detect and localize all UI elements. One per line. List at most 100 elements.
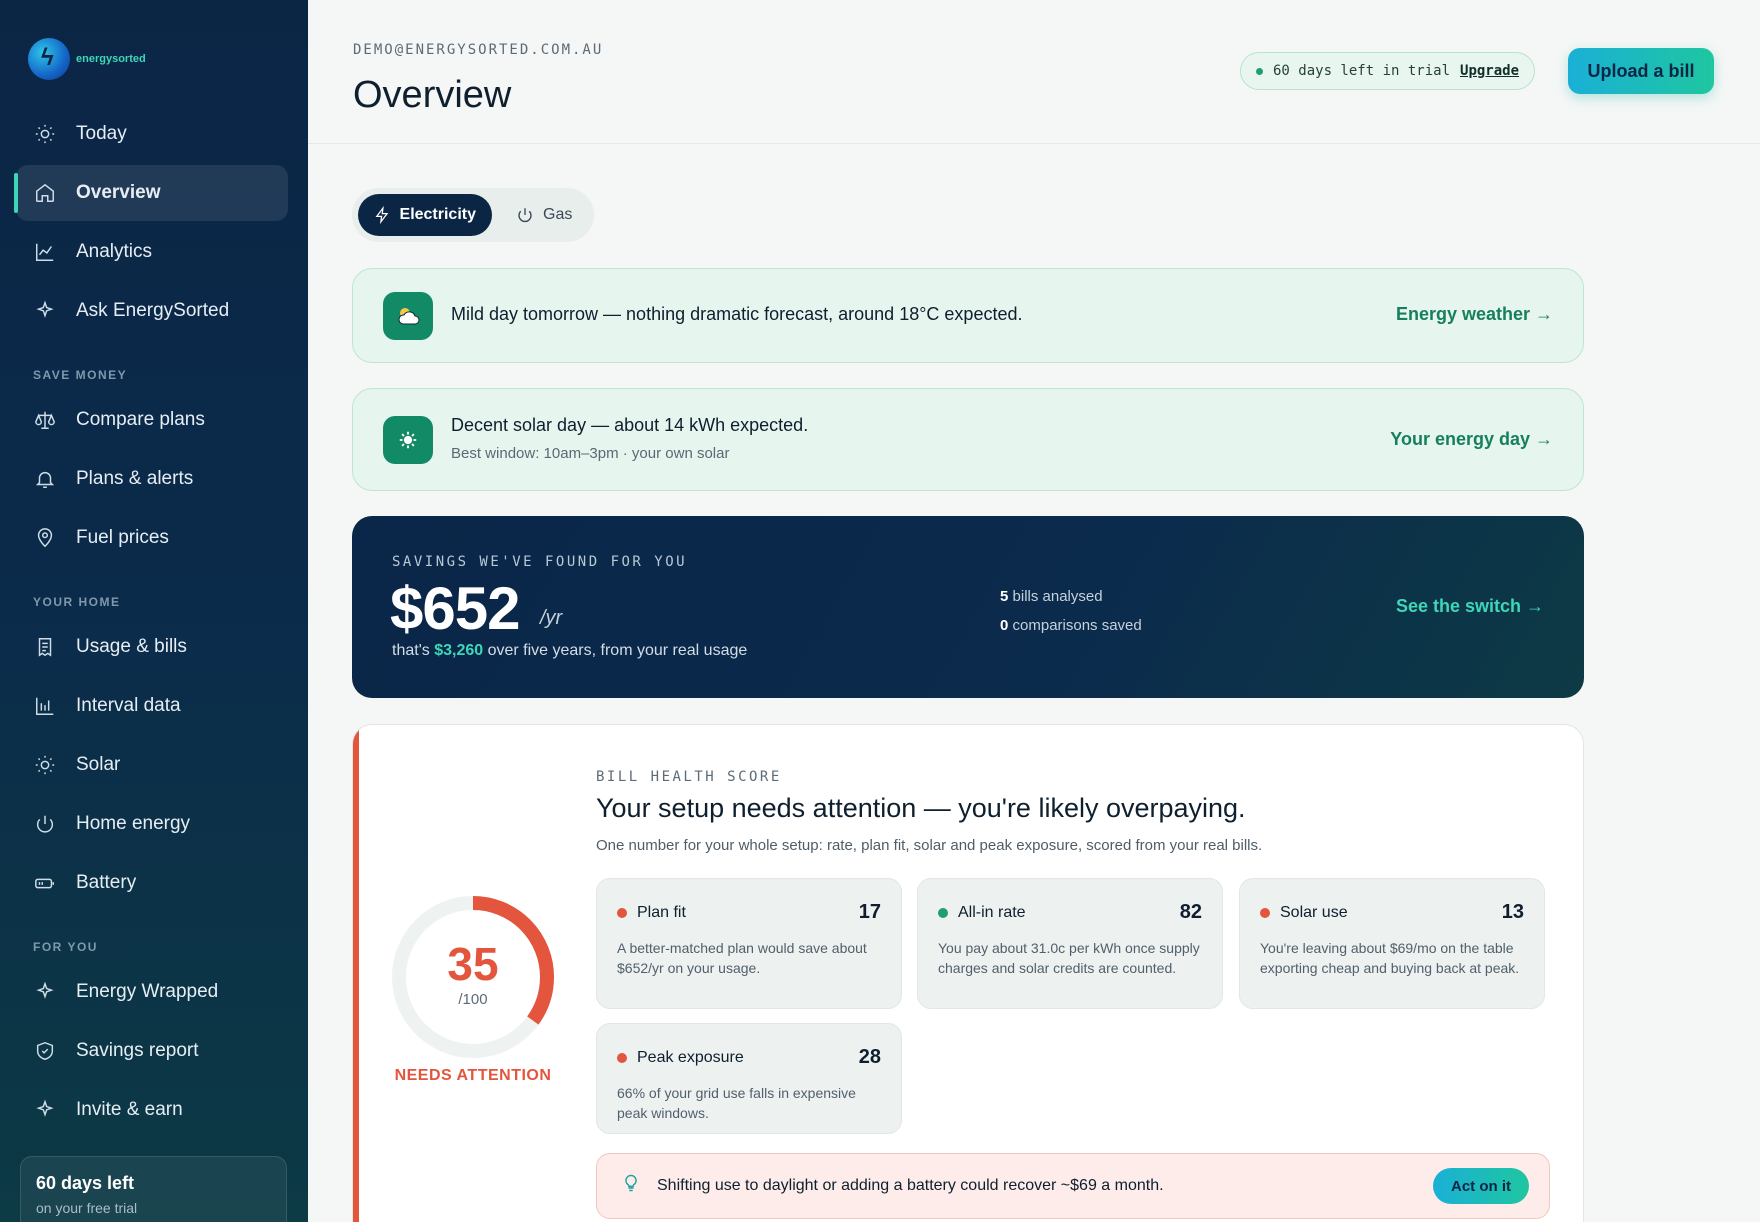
line-chart-icon bbox=[34, 241, 56, 263]
sidebar-item-battery[interactable]: Battery bbox=[16, 855, 288, 911]
sidebar-item-interval-data[interactable]: Interval data bbox=[16, 678, 288, 734]
bill-health-card: 35 /100 NEEDS ATTENTION BILL HEALTH SCOR… bbox=[352, 724, 1584, 1222]
health-title: Your setup needs attention — you're like… bbox=[596, 793, 1246, 823]
upgrade-link[interactable]: Upgrade bbox=[1460, 63, 1519, 79]
page-title: Overview bbox=[353, 74, 512, 116]
metric-card-solar-use[interactable]: Solar use 13 You're leaving about $69/mo… bbox=[1239, 878, 1545, 1009]
metric-description: 66% of your grid use falls in expensive … bbox=[617, 1085, 856, 1121]
sidebar-item-label: Energy Wrapped bbox=[76, 981, 219, 1002]
act-on-it-button[interactable]: Act on it bbox=[1433, 1168, 1529, 1204]
section-title-save-money: SAVE MONEY bbox=[33, 368, 128, 382]
trial-status-card[interactable]: 60 days left on your free trial bbox=[20, 1156, 287, 1222]
sidebar-item-label: Usage & bills bbox=[76, 636, 187, 657]
trial-text: 60 days left in trial bbox=[1273, 63, 1451, 79]
status-dot bbox=[617, 1052, 627, 1063]
sidebar-item-usage-bills[interactable]: Usage & bills bbox=[16, 619, 288, 675]
recommendation-banner: Shifting use to daylight or adding a bat… bbox=[596, 1153, 1550, 1219]
sparkle-icon bbox=[34, 1099, 56, 1121]
scales-icon bbox=[34, 409, 56, 431]
page-header: DEMO@ENERGYSORTED.COM.AU Overview 60 day… bbox=[308, 0, 1760, 144]
sidebar-item-label: Savings report bbox=[76, 1040, 199, 1061]
health-description: One number for your whole setup: rate, p… bbox=[596, 837, 1263, 854]
sidebar-item-compare-plans[interactable]: Compare plans bbox=[16, 392, 288, 448]
tab-electricity[interactable]: Electricity bbox=[358, 194, 492, 236]
savings-five-year-amount: $3,260 bbox=[434, 642, 484, 659]
upload-bill-button[interactable]: Upload a bill bbox=[1568, 48, 1714, 94]
sun-icon bbox=[34, 754, 56, 776]
metric-card-peak-exposure[interactable]: Peak exposure 28 66% of your grid use fa… bbox=[596, 1023, 902, 1134]
section-title-your-home: YOUR HOME bbox=[33, 595, 121, 609]
comparisons-label: comparisons saved bbox=[1012, 617, 1142, 634]
metric-value: 17 bbox=[858, 901, 881, 923]
comparisons-stat: 0 comparisons saved bbox=[1000, 611, 1142, 640]
sparkle-icon bbox=[34, 300, 56, 322]
metric-name: All-in rate bbox=[958, 903, 1026, 921]
savings-sub-prefix: that's bbox=[392, 642, 430, 659]
metric-description: A better-matched plan would save about $… bbox=[617, 940, 867, 976]
health-status: NEEDS ATTENTION bbox=[394, 1067, 552, 1084]
sidebar: ϟ energysorted Today Overview Analytics bbox=[0, 0, 308, 1222]
metric-value: 28 bbox=[858, 1046, 881, 1068]
metric-name: Peak exposure bbox=[637, 1048, 744, 1066]
savings-sub-suffix: over five years, from your real usage bbox=[487, 642, 748, 659]
sidebar-item-label: Solar bbox=[76, 754, 121, 775]
sidebar-item-label: Today bbox=[76, 123, 127, 144]
metric-description: You're leaving about $69/mo on the table… bbox=[1260, 940, 1520, 976]
health-label: BILL HEALTH SCORE bbox=[596, 769, 782, 785]
savings-unit: /yr bbox=[540, 607, 563, 629]
metric-card-all-in-rate[interactable]: All-in rate 82 You pay about 31.0c per k… bbox=[917, 878, 1223, 1009]
sun-icon bbox=[383, 416, 433, 464]
comparisons-count: 0 bbox=[1000, 617, 1009, 634]
savings-amount: $652 bbox=[390, 575, 520, 642]
fuel-toggle: Electricity Gas bbox=[352, 188, 594, 242]
bell-icon bbox=[34, 468, 56, 490]
savings-stats: 5 bills analysed 0 comparisons saved bbox=[1000, 582, 1142, 640]
sidebar-item-savings-report[interactable]: Savings report bbox=[16, 1023, 288, 1079]
see-switch-link[interactable]: See the switch → bbox=[1396, 596, 1544, 617]
sidebar-item-home-energy[interactable]: Home energy bbox=[16, 796, 288, 852]
savings-banner: SAVINGS WE'VE FOUND FOR YOU $652 /yr tha… bbox=[352, 516, 1584, 698]
sidebar-item-label: Compare plans bbox=[76, 409, 205, 430]
cloud-sun-icon bbox=[383, 292, 433, 340]
sidebar-item-label: Home energy bbox=[76, 813, 191, 834]
sidebar-item-fuel-prices[interactable]: Fuel prices bbox=[16, 510, 288, 566]
battery-icon bbox=[34, 872, 56, 894]
bills-label: bills analysed bbox=[1012, 588, 1103, 605]
trial-pill: 60 days left in trial Upgrade bbox=[1240, 52, 1536, 90]
sidebar-item-energy-wrapped[interactable]: Energy Wrapped bbox=[16, 964, 288, 1020]
sidebar-item-plans-alerts[interactable]: Plans & alerts bbox=[16, 451, 288, 507]
sidebar-item-label: Invite & earn bbox=[76, 1099, 183, 1120]
status-dot bbox=[617, 907, 627, 918]
tab-gas[interactable]: Gas bbox=[500, 194, 588, 236]
sidebar-item-ask[interactable]: Ask EnergySorted bbox=[16, 283, 288, 339]
sidebar-item-overview[interactable]: Overview bbox=[14, 165, 288, 221]
savings-label: SAVINGS WE'VE FOUND FOR YOU bbox=[392, 554, 688, 570]
trial-status-dot bbox=[1256, 67, 1263, 75]
tab-electricity-label: Electricity bbox=[399, 206, 476, 223]
lightbulb-icon bbox=[621, 1172, 641, 1200]
solar-card: Decent solar day — about 14 kWh expected… bbox=[352, 388, 1584, 491]
trial-subtitle: on your free trial bbox=[36, 1200, 138, 1216]
status-dot bbox=[938, 907, 948, 918]
savings-subtext: that's $3,260 over five years, from your… bbox=[392, 642, 747, 660]
sidebar-item-label: Battery bbox=[76, 872, 137, 893]
power-icon bbox=[518, 208, 532, 223]
bar-chart-icon bbox=[34, 695, 56, 717]
sidebar-item-invite-earn[interactable]: Invite & earn bbox=[16, 1082, 288, 1138]
brand-logo[interactable]: ϟ energysorted bbox=[28, 38, 146, 80]
energy-weather-link[interactable]: Energy weather → bbox=[1396, 304, 1553, 325]
account-email: DEMO@ENERGYSORTED.COM.AU bbox=[353, 42, 604, 58]
weather-card: Mild day tomorrow — nothing dramatic for… bbox=[352, 268, 1584, 363]
sidebar-item-today[interactable]: Today bbox=[16, 106, 288, 162]
sidebar-item-solar[interactable]: Solar bbox=[16, 737, 288, 793]
solar-subtext: Best window: 10am–3pm · your own solar bbox=[451, 445, 730, 462]
home-icon bbox=[34, 182, 56, 204]
solar-text: Decent solar day — about 14 kWh expected… bbox=[451, 415, 809, 435]
bills-analysed-stat: 5 bills analysed bbox=[1000, 582, 1142, 611]
sidebar-item-label: Plans & alerts bbox=[76, 468, 194, 489]
sidebar-item-analytics[interactable]: Analytics bbox=[16, 224, 288, 280]
health-score-value: 35 bbox=[447, 938, 499, 990]
metric-card-plan-fit[interactable]: Plan fit 17 A better-matched plan would … bbox=[596, 878, 902, 1009]
metric-name: Plan fit bbox=[637, 903, 686, 921]
energy-day-link[interactable]: Your energy day → bbox=[1390, 429, 1553, 450]
